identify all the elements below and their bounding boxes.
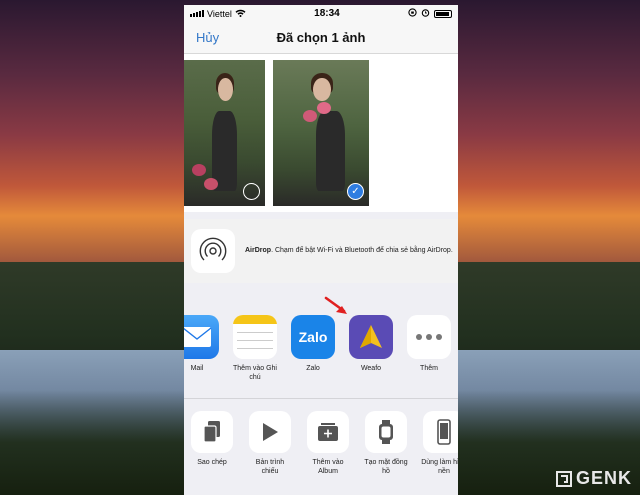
airdrop-icon[interactable] [191, 229, 235, 273]
action-copy[interactable]: Sao chép [189, 411, 235, 467]
action-watch-face[interactable]: Tạo mặt đồng hồ [363, 411, 409, 476]
selection-circle-icon[interactable] [243, 183, 260, 200]
weafo-icon[interactable] [349, 315, 393, 359]
alarm-icon [421, 8, 430, 19]
action-label: Bản trình chiếu [255, 459, 285, 475]
app-zalo[interactable]: Zalo Zalo [290, 315, 336, 373]
app-label: Thêm vào Ghi chú [233, 365, 277, 381]
add-album-icon[interactable] [307, 411, 349, 453]
battery-icon [434, 9, 452, 18]
copy-icon[interactable] [191, 411, 233, 453]
airdrop-section[interactable]: AirDrop. Chạm để bật Wi-Fi và Bluetooth … [184, 219, 458, 283]
airdrop-title: AirDrop [245, 247, 272, 254]
wifi-icon [235, 9, 246, 19]
phone-icon[interactable] [423, 411, 458, 453]
notes-icon[interactable] [233, 315, 277, 359]
genk-logo-icon [555, 470, 573, 488]
carrier-label: Viettel [207, 8, 232, 19]
app-label: Thêm [420, 365, 438, 372]
zalo-icon[interactable]: Zalo [291, 315, 335, 359]
action-label: Dùng làm hình nền [421, 459, 458, 475]
status-time: 18:34 [314, 8, 340, 19]
action-label: Sao chép [197, 459, 227, 466]
watch-icon[interactable] [365, 411, 407, 453]
mail-icon[interactable] [184, 315, 219, 359]
app-label: Mail [190, 365, 204, 372]
app-more[interactable]: Thêm [406, 315, 452, 373]
action-wallpaper[interactable]: Dùng làm hình nền [421, 411, 458, 476]
app-notes[interactable]: Thêm vào Ghi chú [232, 315, 278, 382]
navigation-bar: Hủy Đã chọn 1 ảnh [184, 22, 458, 54]
action-slideshow[interactable]: Bản trình chiếu [247, 411, 293, 476]
cancel-button[interactable]: Hủy [196, 30, 219, 45]
watermark: GENK [555, 468, 632, 489]
action-label: Tạo mặt đồng hồ [364, 459, 408, 475]
checkmark-icon[interactable]: ✓ [347, 183, 364, 200]
share-apps-row: Mail Thêm vào Ghi chú Zalo Zalo Weafo Th… [184, 303, 458, 391]
action-add-album[interactable]: Thêm vào Album [305, 411, 351, 476]
share-sheet-screen: Viettel 18:34 Hủy Đã chọn 1 ảnh ✓ AirDro… [184, 5, 458, 495]
app-mail[interactable]: Mail [184, 315, 220, 373]
photo-thumbnail[interactable] [184, 60, 265, 206]
annotation-arrow-icon [324, 296, 347, 314]
app-label: Weafo [360, 365, 382, 372]
app-label: Zalo [306, 365, 320, 372]
more-icon[interactable] [407, 315, 451, 359]
status-bar: Viettel 18:34 [184, 5, 458, 22]
action-label: Thêm vào Album [312, 459, 344, 475]
photo-picker: ✓ [184, 54, 458, 212]
lock-rotation-icon [408, 8, 417, 19]
signal-icon [190, 10, 204, 17]
watermark-text: GENK [575, 468, 632, 488]
share-actions-row: Sao chép Bản trình chiếu Thêm vào Album … [184, 405, 458, 495]
zalo-logo-text: Zalo [298, 329, 328, 345]
play-icon[interactable] [249, 411, 291, 453]
divider [184, 398, 458, 399]
app-weafo[interactable]: Weafo [348, 315, 394, 373]
photo-thumbnail[interactable]: ✓ [273, 60, 369, 206]
page-title: Đã chọn 1 ảnh [276, 30, 366, 45]
airdrop-description: . Chạm để bật Wi-Fi và Bluetooth để chia… [271, 247, 453, 254]
